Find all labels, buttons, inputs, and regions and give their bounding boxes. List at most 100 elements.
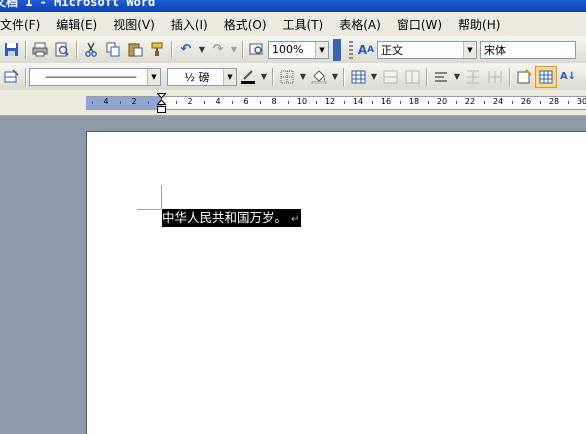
zoom-combo[interactable]: 100% ▼ [268,40,329,59]
ruler-tick [176,101,177,104]
margin-corner-mark [137,209,161,210]
margin-corner-mark [161,185,162,209]
ruler-label: 14 [352,97,364,106]
toolbar-separator [343,67,344,86]
font-combo[interactable]: 宋体 [480,40,576,59]
ruler-tick [232,101,233,104]
paste-icon[interactable] [124,39,146,61]
cut-icon[interactable] [80,39,102,61]
ruler-tick [316,101,317,104]
ruler-tick [204,101,205,104]
menu-tools[interactable]: 工具(T) [275,16,332,33]
menu-edit[interactable]: 编辑(E) [48,16,105,33]
border-color-icon[interactable] [237,66,259,88]
indent-marker-icon[interactable] [157,93,166,113]
format-painter-icon[interactable] [146,39,168,61]
document-page[interactable] [86,131,586,434]
show-gridlines-icon[interactable] [535,65,557,88]
zoom-icon[interactable] [246,39,268,61]
ruler-label: 6 [243,97,249,106]
line-weight-combo[interactable]: ½ 磅 ▼ [167,67,237,86]
borders-icon[interactable] [276,66,298,88]
title-bar: 文档 1 - Microsoft Word [0,0,586,12]
print-preview-icon[interactable] [51,39,73,61]
window-title: 文档 1 - Microsoft Word [0,0,156,9]
tables-borders-toolbar: —————————— ▼ ½ 磅 ▼ ▼ ▼ ▼ ▼ ▼ A↓ [0,63,586,91]
paragraph-mark-icon: ↵ [291,214,300,225]
toolbar-separator [242,40,243,59]
toolbar-grip[interactable] [349,40,353,59]
selected-text[interactable]: 中华人民共和国万岁。 ↵ [162,209,302,227]
ruler-label: 2 [187,97,193,106]
ruler-tick [148,101,149,104]
distribute-columns-icon [484,66,506,88]
ruler-label: 26 [520,97,532,106]
ruler-tick [92,101,93,104]
menu-file[interactable]: 文件(F) [0,16,48,33]
ruler-label: 24 [492,97,504,106]
border-color-dropdown-icon[interactable]: ▼ [259,72,269,81]
menu-window[interactable]: 窗口(W) [389,16,450,33]
menu-view[interactable]: 视图(V) [105,16,163,33]
ruler-label: 18 [408,97,420,106]
toolbar-options-icon[interactable] [333,38,341,61]
horizontal-ruler[interactable]: 4 2 2 4 6 8 10 12 14 16 18 20 22 24 26 28 30 [0,90,586,116]
menu-table[interactable]: 表格(A) [331,16,389,33]
insert-table-dropdown-icon[interactable]: ▼ [369,72,379,81]
ruler-label: 10 [296,97,308,106]
borders-dropdown-icon[interactable]: ▼ [298,72,308,81]
style-combo[interactable]: 正文 ▼ [377,40,477,59]
line-style-value: —————————— [45,70,137,83]
ruler-tick [120,101,121,104]
ruler-label: 4 [103,97,109,106]
insert-table-icon[interactable] [347,66,369,88]
split-cells-icon [401,66,423,88]
ruler-tick [400,101,401,104]
ruler-tick [344,101,345,104]
chevron-down-icon[interactable]: ▼ [223,68,236,85]
line-style-combo[interactable]: —————————— ▼ [29,67,161,86]
toolbar-separator [426,67,427,86]
ruler-label: 2 [131,97,137,106]
toolbar-separator [25,67,26,86]
chevron-down-icon[interactable]: ▼ [315,41,328,58]
ruler-tick [288,101,289,104]
undo-icon[interactable]: ↶ [175,39,197,61]
table-autoformat-icon[interactable] [513,66,535,88]
menu-help[interactable]: 帮助(H) [450,16,508,33]
ruler-label: 8 [271,97,277,106]
undo-dropdown-icon[interactable]: ▼ [197,45,207,54]
save-icon[interactable] [0,39,22,61]
toolbar-separator [272,67,273,86]
ruler-label: 28 [548,97,560,106]
chevron-down-icon[interactable]: ▼ [147,68,160,85]
styles-formatting-icon[interactable]: AA [355,39,377,61]
menu-insert[interactable]: 插入(I) [163,16,216,33]
line-weight-value: ½ 磅 [184,70,210,84]
ruler-label: 20 [436,97,448,106]
ruler-tick [372,101,373,104]
print-icon[interactable] [29,39,51,61]
standard-toolbar: ↶ ▼ ↷ ▼ 100% ▼ AA 正文 ▼ 宋体 [0,36,586,64]
draw-table-icon[interactable] [0,66,22,88]
shading-color-icon[interactable] [308,66,330,88]
chevron-down-icon[interactable]: ▼ [463,41,476,58]
document-text: 中华人民共和国万岁。 [162,210,288,225]
redo-dropdown-icon: ▼ [230,45,238,54]
copy-icon[interactable] [102,39,124,61]
menu-format[interactable]: 格式(O) [216,16,275,33]
merge-cells-icon [379,66,401,88]
ruler-label: 30 [576,97,586,106]
align-dropdown-icon[interactable]: ▼ [452,72,462,81]
ruler-tick [568,101,569,104]
ruler-label: 4 [215,97,221,106]
sort-ascending-icon[interactable]: A↓ [557,66,579,88]
menu-bar: 文件(F) 编辑(E) 视图(V) 插入(I) 格式(O) 工具(T) 表格(A… [0,12,586,36]
ruler-tick [456,101,457,104]
shading-dropdown-icon[interactable]: ▼ [330,72,340,81]
ruler-tick [512,101,513,104]
zoom-value: 100% [272,43,304,56]
ruler-tick [484,101,485,104]
ruler-label: 22 [464,97,476,106]
align-icon[interactable] [430,66,452,88]
